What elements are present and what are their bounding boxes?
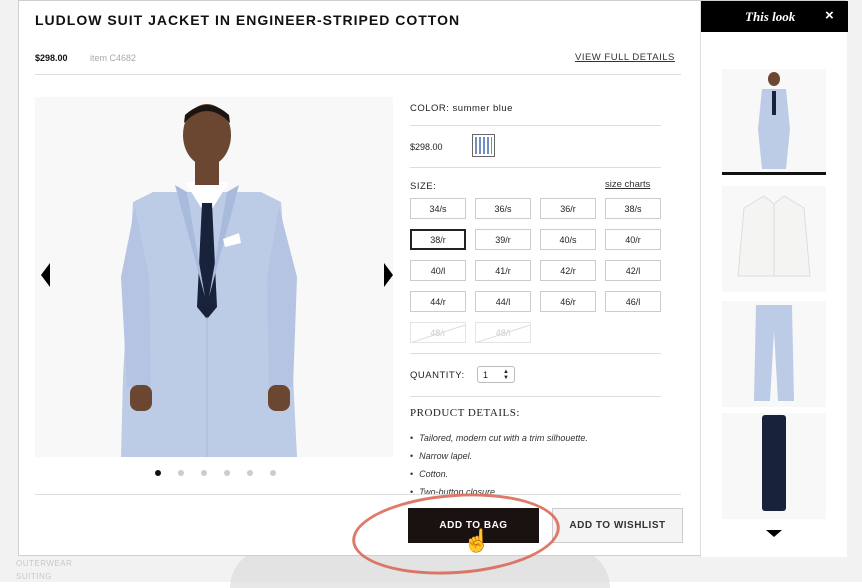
size-option-button: 48/r: [410, 322, 466, 343]
product-title: LUDLOW SUIT JACKET IN ENGINEER-STRIPED C…: [35, 12, 461, 28]
bg-nav-outerwear[interactable]: OUTERWEAR: [16, 559, 72, 568]
size-grid: 34/s 36/s 36/r 38/s 38/r 39/r 40/s 40/r 40/l 41/r…: [410, 198, 662, 343]
size-option-button[interactable]: 44/r: [410, 291, 466, 312]
view-full-details-link[interactable]: VIEW FULL DETAILS: [575, 52, 675, 63]
size-option-button[interactable]: 40/s: [540, 229, 596, 250]
thumb-suit-jacket[interactable]: [722, 69, 826, 175]
sidebar-scroll-down-icon[interactable]: [766, 530, 782, 537]
image-pagination-dots: [155, 470, 276, 476]
bg-nav-suiting[interactable]: SUITING: [16, 572, 52, 581]
tie-thumbnail-image: [762, 415, 786, 511]
product-detail-item: Cotton.: [410, 469, 588, 479]
product-image: [35, 97, 393, 457]
size-option-button[interactable]: 38/r: [410, 229, 466, 250]
thumb-suit-pants[interactable]: [722, 301, 826, 407]
product-detail-item: Two-button closure.: [410, 487, 588, 497]
thumb-knit-tie[interactable]: [722, 413, 826, 519]
size-charts-link[interactable]: size charts: [605, 179, 650, 190]
size-option-button[interactable]: 38/s: [605, 198, 661, 219]
color-swatch-summer-blue[interactable]: [472, 134, 495, 157]
pants-thumbnail-image: [754, 305, 794, 401]
size-option-button: 48/l: [475, 322, 531, 343]
sidebar-title: This look: [745, 9, 796, 24]
pagination-dot[interactable]: [155, 470, 161, 476]
this-look-sidebar: This look ×: [700, 1, 848, 557]
size-option-button[interactable]: 44/l: [475, 291, 531, 312]
size-option-button[interactable]: 40/r: [605, 229, 661, 250]
product-detail-item: Narrow lapel.: [410, 451, 588, 461]
color-label: COLOR: summer blue: [410, 103, 513, 114]
divider: [35, 74, 681, 75]
size-option-button[interactable]: 46/l: [605, 291, 661, 312]
quick-view-modal: LUDLOW SUIT JACKET IN ENGINEER-STRIPED C…: [18, 0, 848, 557]
quantity-value: 1: [483, 369, 489, 380]
pagination-dot[interactable]: [201, 470, 207, 476]
sidebar-header: This look ×: [701, 1, 848, 32]
pagination-dot[interactable]: [270, 470, 276, 476]
quantity-label: QUANTITY:: [410, 370, 465, 381]
pagination-dot[interactable]: [247, 470, 253, 476]
size-option-button[interactable]: 40/l: [410, 260, 466, 281]
divider: [410, 353, 661, 354]
product-detail-item: Tailored, modern cut with a trim silhoue…: [410, 433, 588, 443]
thumb-white-shirt[interactable]: [722, 186, 826, 292]
variant-price: $298.00: [410, 142, 443, 152]
select-arrows-icon: ▲ ▼: [503, 368, 509, 381]
divider: [410, 167, 661, 168]
model-in-suit-illustration: [121, 104, 297, 457]
divider: [410, 125, 661, 126]
shirt-thumbnail-image: [737, 195, 811, 277]
close-icon[interactable]: ×: [825, 7, 834, 24]
size-option-button[interactable]: 46/r: [540, 291, 596, 312]
add-to-wishlist-button[interactable]: ADD TO WISHLIST: [552, 508, 683, 543]
size-option-button[interactable]: 42/r: [540, 260, 596, 281]
divider: [410, 396, 661, 397]
product-price: $298.00: [35, 53, 68, 63]
size-option-button[interactable]: 36/s: [475, 198, 531, 219]
size-option-button[interactable]: 36/r: [540, 198, 596, 219]
prev-image-arrow[interactable]: [41, 263, 50, 287]
next-image-arrow[interactable]: [384, 263, 393, 287]
pagination-dot[interactable]: [178, 470, 184, 476]
size-option-button[interactable]: 41/r: [475, 260, 531, 281]
item-number: item C4682: [90, 53, 137, 63]
product-details-title: PRODUCT DETAILS:: [410, 407, 520, 419]
pagination-dot[interactable]: [224, 470, 230, 476]
size-label: SIZE:: [410, 181, 437, 192]
quantity-select[interactable]: 1 ▲ ▼: [477, 366, 515, 383]
suit-thumbnail-image: [758, 72, 790, 169]
size-option-button[interactable]: 39/r: [475, 229, 531, 250]
size-option-button[interactable]: 42/l: [605, 260, 661, 281]
hand-pointer-cursor-icon: ☝: [462, 528, 491, 554]
divider: [35, 494, 681, 495]
size-option-button[interactable]: 34/s: [410, 198, 466, 219]
